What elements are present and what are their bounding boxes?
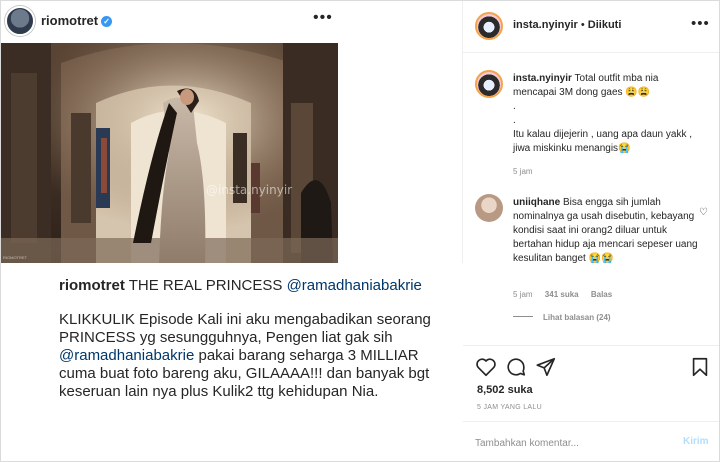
watermark-text: @insta.nyinyir — [206, 183, 293, 197]
instagram-post-window: riomotret ✓ ••• @insta.nyinyir RIOMOTRET… — [0, 0, 720, 462]
inner-username: riomotret — [41, 13, 99, 28]
separator-dot: • — [580, 19, 585, 31]
owner-comment-username[interactable]: insta.nyinyir — [513, 73, 572, 84]
comment-bubble-icon[interactable] — [505, 356, 527, 378]
view-replies-link[interactable]: Lihat balasan (24) — [513, 313, 611, 322]
comment-text: uniiqhane Bisa engga sih jumlah nominaln… — [513, 196, 701, 266]
account-avatar[interactable] — [475, 12, 503, 40]
inner-avatar — [5, 6, 35, 36]
comment-likes[interactable]: 341 suka — [545, 290, 579, 299]
like-heart-icon[interactable] — [475, 356, 497, 378]
comment-item: uniiqhane Bisa engga sih jumlah nominaln… — [475, 194, 711, 324]
comments-list: insta.nyinyir Total outfit mba nia menca… — [463, 54, 719, 344]
post-sidebar: insta.nyinyir • Diikuti ••• insta.nyinyi… — [463, 1, 719, 461]
share-paper-plane-icon[interactable] — [535, 356, 557, 378]
likes-count[interactable]: 8,502 suka — [477, 384, 533, 396]
caption-body: KLIKKULIK Episode Kali ini aku mengabadi… — [59, 311, 459, 401]
follow-status-button[interactable]: Diikuti — [588, 19, 622, 31]
more-options-icon[interactable]: ••• — [691, 15, 710, 32]
owner-comment-text: insta.nyinyir Total outfit mba nia menca… — [513, 72, 701, 156]
owner-comment-emoji-1: 😩😩 — [625, 87, 651, 98]
header-username[interactable]: insta.nyinyir — [513, 19, 578, 31]
caption-title: THE REAL PRINCESS — [128, 277, 283, 294]
owner-comment-emoji-2: 😭 — [618, 143, 631, 154]
caption-mention: @ramadhaniabakrie — [286, 277, 422, 294]
owner-comment-avatar[interactable] — [475, 70, 503, 98]
owner-comment-dot-2: . — [513, 115, 516, 126]
post-timestamp: 5 JAM YANG LALU — [477, 404, 542, 411]
view-replies-label: Lihat balasan (24) — [543, 313, 611, 322]
owner-comment-part-2: Itu kalau dijejerin , uang apa daun yakk… — [513, 129, 693, 154]
caption-body-part-1: KLIKKULIK Episode Kali ini aku mengabadi… — [59, 311, 431, 346]
comment-time: 5 jam — [513, 290, 533, 299]
photo-credit: RIOMOTRET — [3, 255, 27, 260]
action-bar: 8,502 suka 5 JAM YANG LALU — [463, 345, 719, 421]
inner-post-header: riomotret ✓ ••• — [1, 1, 341, 41]
verified-badge-icon: ✓ — [101, 16, 113, 27]
owner-comment-time: 5 jam — [513, 167, 533, 176]
header-user-line: insta.nyinyir • Diikuti — [513, 19, 621, 31]
caption-line: riomotret THE REAL PRINCESS @ramadhaniab… — [59, 277, 422, 294]
save-bookmark-icon[interactable] — [689, 356, 711, 378]
comment-input[interactable] — [475, 434, 665, 452]
owner-comment-dot-1: . — [513, 101, 516, 112]
sidebar-header: insta.nyinyir • Diikuti ••• — [463, 1, 719, 53]
comment-emoji: 😭😭 — [588, 253, 614, 264]
owner-caption-comment: insta.nyinyir Total outfit mba nia menca… — [475, 70, 711, 180]
reply-button[interactable]: Balas — [591, 290, 612, 299]
commenter-avatar[interactable] — [475, 194, 503, 222]
post-media: riomotret ✓ ••• @insta.nyinyir RIOMOTRET… — [1, 1, 463, 461]
inner-caption: riomotret THE REAL PRINCESS @ramadhaniab… — [1, 263, 463, 461]
caption-username: riomotret — [59, 277, 125, 294]
post-photo: @insta.nyinyir RIOMOTRET — [1, 43, 338, 265]
commenter-username[interactable]: uniiqhane — [513, 197, 560, 208]
caption-body-mention: @ramadhaniabakrie — [59, 347, 195, 364]
post-comment-button[interactable]: Kirim — [683, 436, 709, 447]
comment-meta: 5 jam 341 suka Balas — [513, 290, 622, 299]
owner-comment-meta: 5 jam — [513, 167, 543, 176]
replies-line — [513, 316, 533, 317]
inner-username-wrap: riomotret ✓ — [41, 13, 113, 28]
add-comment-bar: Kirim — [463, 421, 719, 461]
inner-more-icon: ••• — [313, 9, 333, 26]
comment-like-heart-icon[interactable]: ♡ — [699, 207, 708, 218]
photo-illustration — [1, 43, 338, 265]
